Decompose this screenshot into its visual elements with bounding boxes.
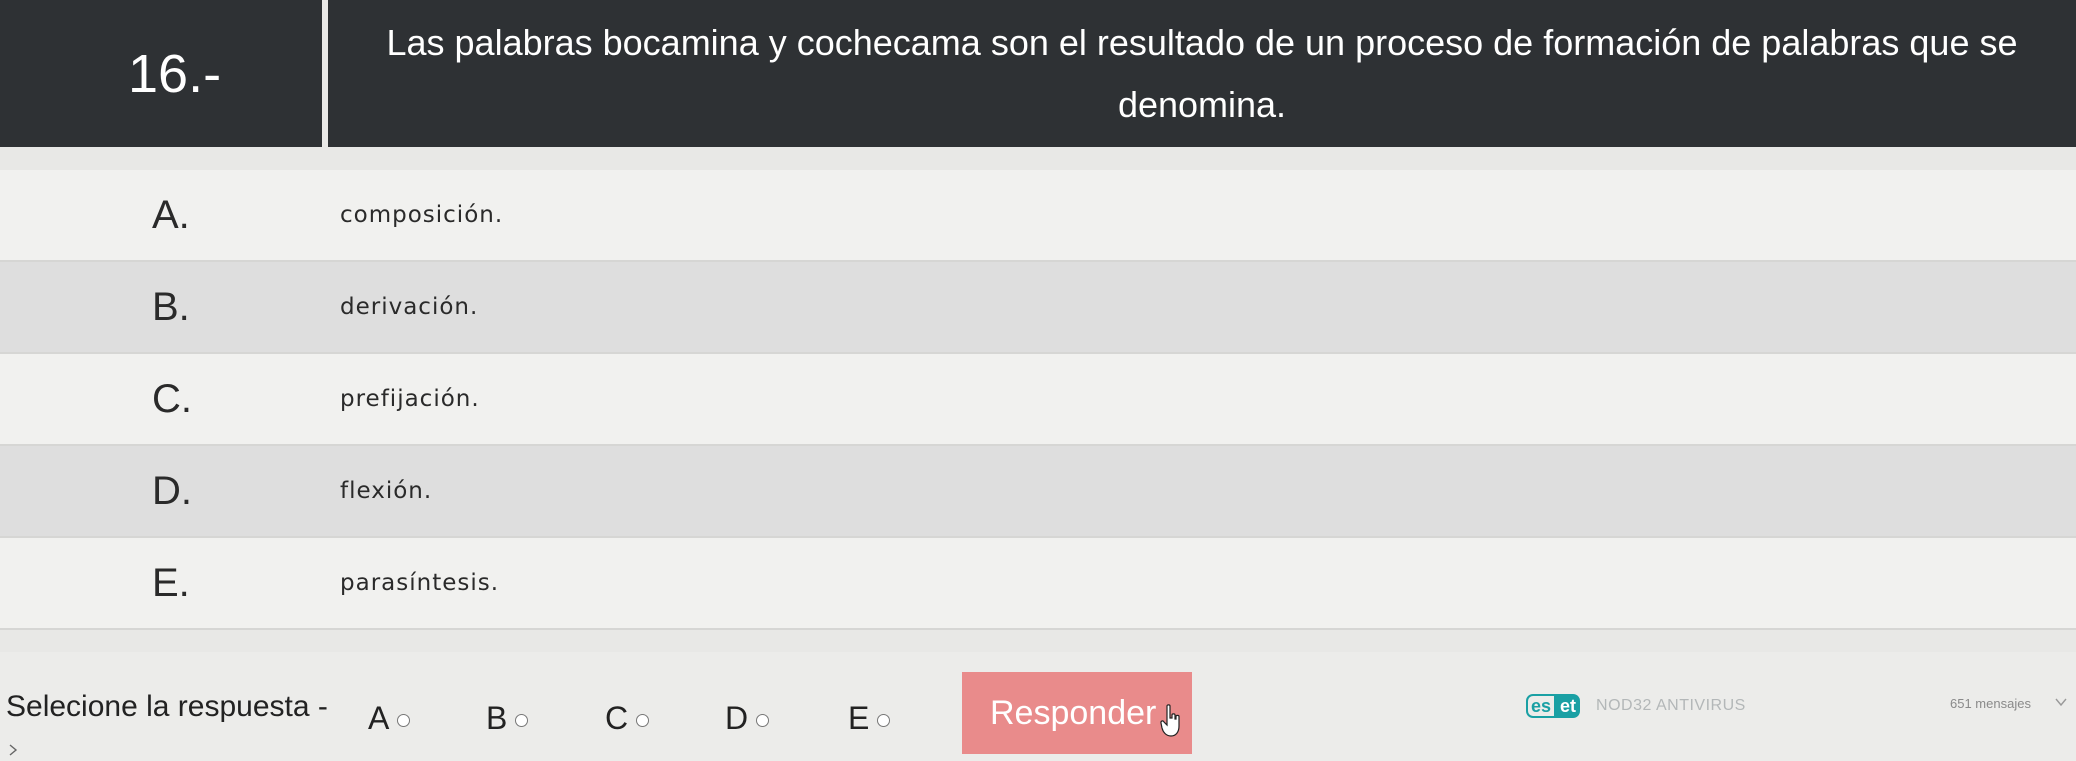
answer-prompt-label: Selecione la respuesta - xyxy=(6,690,328,723)
radio-letter: C xyxy=(605,700,629,736)
messages-count[interactable]: 651 mensajes xyxy=(1950,696,2031,711)
option-text: derivación. xyxy=(340,294,479,320)
question-text: Las palabras bocamina y cochecama son el… xyxy=(386,21,2018,125)
radio-circle-icon[interactable] xyxy=(756,713,770,727)
radio-circle-icon[interactable] xyxy=(877,713,891,727)
eset-logo-icon: es et xyxy=(1526,694,1581,718)
option-e[interactable]: E. parasíntesis. xyxy=(0,538,2076,630)
hand-cursor-icon xyxy=(1160,704,1180,737)
eset-product-label: NOD32 ANTIVIRUS xyxy=(1596,697,1746,714)
chevron-right-icon xyxy=(9,744,18,756)
question-text-cell: Las palabras bocamina y cochecama son el… xyxy=(328,0,2076,147)
option-letter: B. xyxy=(152,284,190,329)
radio-circle-icon[interactable] xyxy=(515,713,529,727)
radio-letter: D xyxy=(725,700,749,736)
radio-letter: E xyxy=(848,700,870,736)
radio-choice-d[interactable]: D xyxy=(725,700,770,737)
option-text: parasíntesis. xyxy=(340,570,500,596)
option-letter: A. xyxy=(152,192,190,237)
radio-letter: B xyxy=(486,700,508,736)
radio-choice-e[interactable]: E xyxy=(848,700,891,737)
quiz-page: 16.- Las palabras bocamina y cochecama s… xyxy=(0,0,2076,761)
radio-circle-icon[interactable] xyxy=(636,713,650,727)
option-letter: C. xyxy=(152,376,192,421)
option-b[interactable]: B. derivación. xyxy=(0,262,2076,354)
option-letter: E. xyxy=(152,560,190,605)
question-header: 16.- Las palabras bocamina y cochecama s… xyxy=(0,0,2076,147)
respond-button[interactable]: Responder xyxy=(962,672,1192,754)
options-list: A. composición. B. derivación. C. prefij… xyxy=(0,170,2076,630)
radio-choice-c[interactable]: C xyxy=(605,700,650,737)
chevron-down-icon[interactable] xyxy=(2055,696,2067,708)
option-text: composición. xyxy=(340,202,504,228)
radio-letter: A xyxy=(368,700,390,736)
option-a[interactable]: A. composición. xyxy=(0,170,2076,262)
radio-choice-b[interactable]: B xyxy=(486,700,529,737)
radio-choice-a[interactable]: A xyxy=(368,700,411,737)
answer-bar: Selecione la respuesta - A B C D E Respo… xyxy=(0,652,2076,761)
question-number: 16.- xyxy=(128,43,222,104)
eset-notification[interactable]: es et NOD32 ANTIVIRUS xyxy=(1526,694,1746,718)
option-text: flexión. xyxy=(340,478,433,504)
option-letter: D. xyxy=(152,468,192,513)
option-d[interactable]: D. flexión. xyxy=(0,446,2076,538)
option-c[interactable]: C. prefijación. xyxy=(0,354,2076,446)
question-number-cell: 16.- xyxy=(0,0,328,147)
radio-circle-icon[interactable] xyxy=(397,713,411,727)
option-text: prefijación. xyxy=(340,386,480,412)
